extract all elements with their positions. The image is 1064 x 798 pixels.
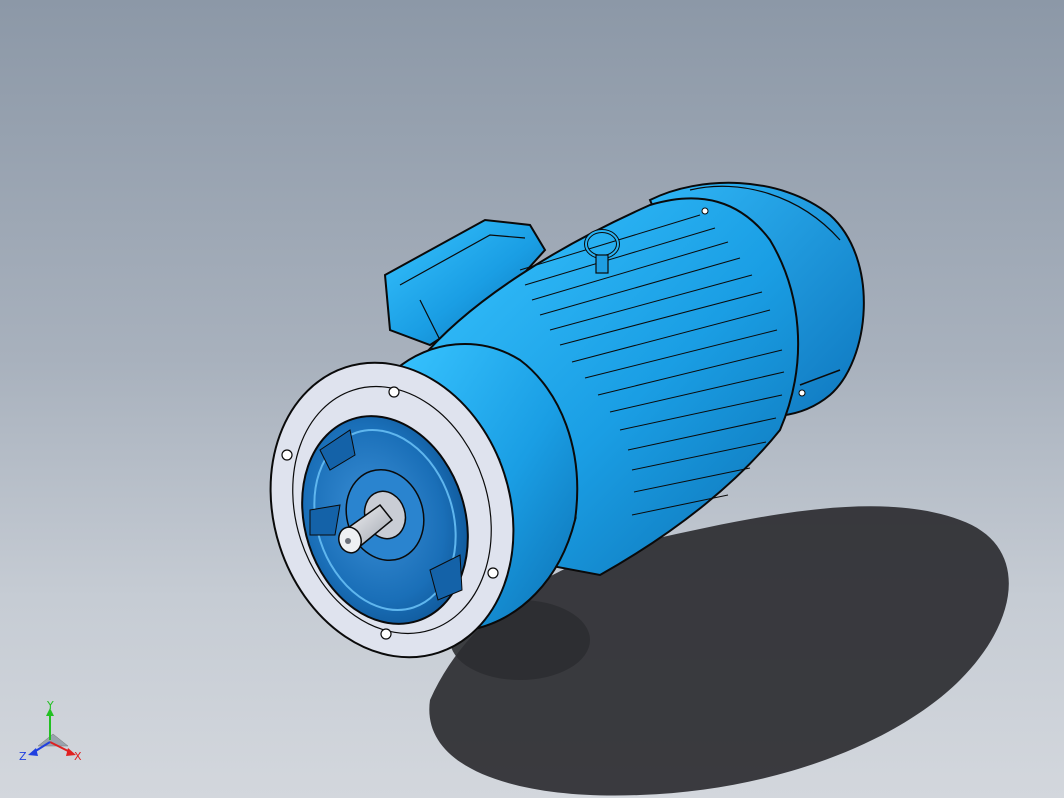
flange-hole	[487, 567, 499, 579]
bolt-head	[798, 389, 806, 397]
motor-model[interactable]	[0, 0, 1064, 798]
flange-hole	[380, 628, 392, 640]
z-axis-label: Z	[19, 750, 27, 763]
z-axis-arrow-icon	[28, 748, 38, 756]
x-axis-label: X	[74, 750, 82, 763]
flange-hole	[388, 386, 400, 398]
graphics-viewport[interactable]: Y X Z	[0, 0, 1064, 798]
bolt-head	[701, 207, 709, 215]
y-axis-label: Y	[46, 700, 54, 712]
flange-hole	[281, 449, 293, 461]
orientation-triad[interactable]: Y X Z	[18, 700, 88, 770]
